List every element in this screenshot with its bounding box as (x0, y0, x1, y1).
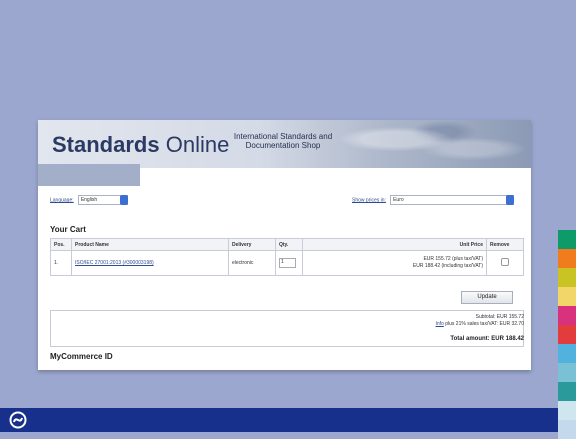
cart-header-row: Pos. Product Name Delivery Qty. Unit Pri… (50, 238, 524, 251)
cart-table: Pos. Product Name Delivery Qty. Unit Pri… (50, 238, 524, 276)
row-unit-price: EUR 155.72 (plus tax/VAT) EUR 188.42 (in… (302, 250, 487, 276)
col-delivery: Delivery (228, 238, 276, 251)
color-strip-segment (558, 382, 576, 401)
col-product: Product Name (71, 238, 229, 251)
color-strip-segment (558, 325, 576, 344)
col-unit-price: Unit Price (302, 238, 487, 251)
tax-text: plus 21% sales tax/VAT: EUR 32.70 (445, 321, 524, 327)
color-strip-segment (558, 420, 576, 439)
tax-line: Info plus 21% sales tax/VAT: EUR 32.70 (436, 321, 524, 328)
color-strip-segment (558, 287, 576, 306)
col-qty: Qty. (275, 238, 303, 251)
language-select[interactable]: English (77, 195, 128, 205)
color-strip-segment (558, 249, 576, 268)
mycommerce-heading: MyCommerce ID (50, 352, 113, 361)
site-tagline: International Standards and Documentatio… (233, 132, 333, 150)
color-strip-segment (558, 344, 576, 363)
subtotal: Subtotal: EUR 155.72 (475, 314, 524, 320)
currency-row: Show prices in: Euro (352, 195, 515, 205)
totals-block: Subtotal: EUR 155.72 Info plus 21% sales… (436, 314, 524, 328)
site-title: Standards Online (52, 132, 229, 158)
banner-tab-strip (38, 164, 140, 186)
update-button[interactable]: Update (461, 291, 513, 304)
site-title-bold: Standards (52, 132, 160, 157)
price-gross: EUR 188.42 (including tax/VAT) (412, 263, 483, 269)
currency-value: Euro (393, 197, 404, 203)
color-strip-segment (558, 230, 576, 249)
color-strip-segment (558, 363, 576, 382)
col-remove: Remove (486, 238, 524, 251)
color-strip (558, 230, 576, 439)
cart-heading: Your Cart (50, 225, 86, 234)
tax-info-link[interactable]: Info (436, 321, 444, 327)
price-net: EUR 155.72 (plus tax/VAT) (423, 256, 483, 262)
table-row: 1. ISO/IEC 27001:2013 (#300003198) elect… (50, 250, 524, 276)
row-delivery: electronic (228, 250, 276, 276)
col-pos: Pos. (50, 238, 72, 251)
remove-checkbox[interactable] (501, 258, 509, 266)
browser-screenshot: Standards Online International Standards… (38, 120, 531, 370)
quantity-input[interactable]: 1 (279, 258, 296, 268)
footer-bar (0, 408, 558, 432)
color-strip-segment (558, 306, 576, 325)
currency-select[interactable]: Euro (390, 195, 515, 205)
color-strip-segment (558, 401, 576, 420)
currency-label: Show prices in: (352, 197, 386, 204)
logo-icon (9, 411, 27, 429)
language-label: Language: (50, 197, 74, 204)
total-amount: Total amount: EUR 188.42 (450, 336, 524, 342)
chevron-down-icon (119, 195, 128, 205)
row-pos: 1. (50, 250, 72, 276)
color-strip-segment (558, 268, 576, 287)
product-link[interactable]: ISO/IEC 27001:2013 (#300003198) (75, 260, 154, 266)
language-value: English (80, 197, 98, 203)
chevron-down-icon (506, 195, 515, 205)
divider (50, 310, 524, 311)
world-map-graphic (338, 120, 531, 168)
language-row: Language: English (50, 195, 128, 205)
